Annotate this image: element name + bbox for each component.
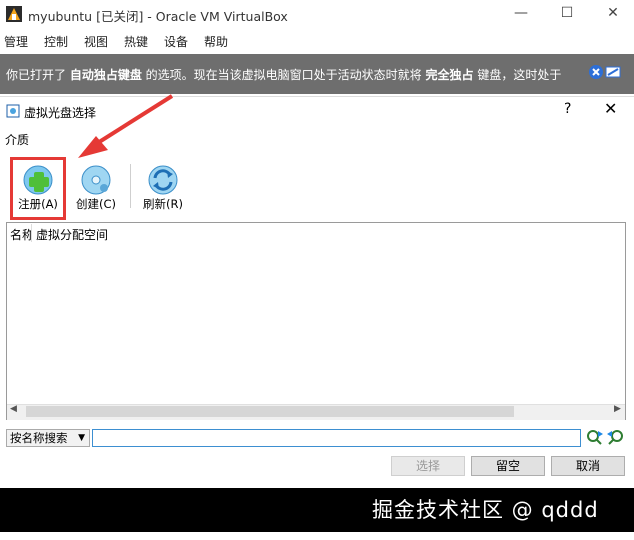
column-divider[interactable]: [31, 224, 32, 242]
menu-help[interactable]: 帮助: [204, 33, 228, 50]
menu-manage[interactable]: 管理: [4, 33, 28, 50]
column-header-virtual-size[interactable]: 虚拟分配空间: [36, 226, 108, 243]
close-window-button[interactable]: ✕: [603, 4, 623, 22]
status-icons-strip: [340, 532, 634, 540]
maximize-button[interactable]: ☐: [557, 4, 577, 22]
refresh-label: 刷新(R): [143, 197, 183, 211]
choose-button[interactable]: 选择: [391, 456, 465, 476]
leave-empty-button[interactable]: 留空: [471, 456, 545, 476]
search-backward-icon[interactable]: [606, 429, 624, 447]
search-mode-value: 按名称搜索: [10, 431, 68, 445]
menu-hotkeys[interactable]: 热键: [124, 33, 148, 50]
menu-control[interactable]: 控制: [44, 33, 68, 50]
media-list[interactable]: [6, 222, 626, 420]
refresh-icon: [148, 165, 178, 195]
refresh-button[interactable]: 刷新(R): [135, 160, 191, 220]
notice-close-icons[interactable]: [588, 64, 622, 80]
dialog-close-button[interactable]: ✕: [604, 99, 617, 118]
dialog-help-button[interactable]: ?: [564, 101, 571, 117]
scroll-left-arrow-icon[interactable]: ◀: [10, 404, 17, 414]
minimize-button[interactable]: —: [511, 4, 531, 22]
search-input[interactable]: [92, 429, 581, 447]
search-forward-icon[interactable]: [586, 429, 604, 447]
dialog-title: 虚拟光盘选择: [24, 106, 97, 120]
create-disk-icon: [81, 165, 111, 195]
search-mode-select[interactable]: 按名称搜索 ▼: [6, 429, 90, 447]
media-menu[interactable]: 介质: [5, 131, 29, 148]
scroll-right-arrow-icon[interactable]: ▶: [614, 404, 621, 414]
virtualbox-app-icon: [6, 6, 22, 22]
chevron-down-icon: ▼: [78, 433, 85, 443]
scrollbar-thumb[interactable]: [26, 406, 514, 417]
watermark-text: 掘金技术社区 @ qddd: [372, 498, 599, 522]
create-label: 创建(C): [75, 197, 116, 211]
create-button[interactable]: 创建(C): [68, 160, 124, 220]
column-header-name[interactable]: 名称: [10, 226, 31, 243]
menu-devices[interactable]: 设备: [164, 33, 188, 50]
toolbar-separator: [130, 164, 131, 208]
menu-view[interactable]: 视图: [84, 33, 108, 50]
cancel-button[interactable]: 取消: [551, 456, 625, 476]
annotation-highlight-box: [10, 157, 66, 220]
notice-text: 你已打开了 自动独占键盘 的选项。现在当该虚拟电脑窗口处于活动状态时就将 完全独…: [6, 68, 562, 82]
window-title: myubuntu [已关闭] - Oracle VM VirtualBox: [28, 9, 288, 24]
dialog-disc-icon: [6, 104, 20, 118]
